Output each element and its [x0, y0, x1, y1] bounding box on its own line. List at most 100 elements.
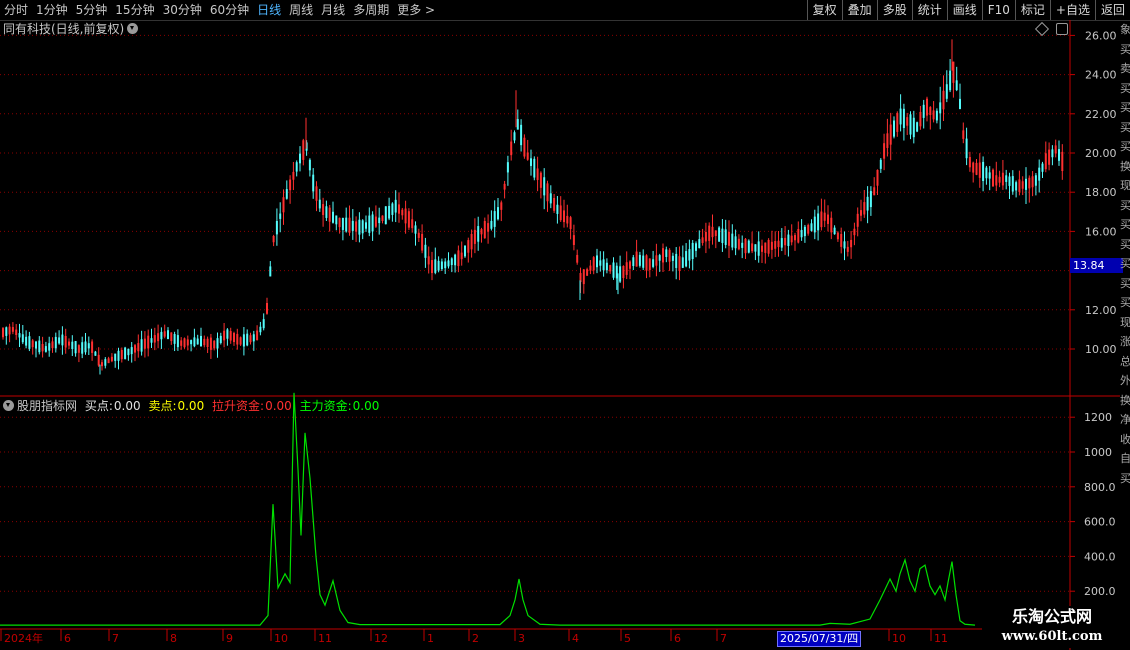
side-strip-char: 买: [1120, 42, 1130, 56]
toolbar-button[interactable]: 叠加: [841, 0, 877, 20]
y-tick-label: 12.00: [1085, 304, 1117, 317]
candle-body: [648, 258, 651, 270]
candle-body: [11, 327, 14, 332]
candle-body: [764, 242, 767, 253]
candle-body: [477, 226, 480, 242]
period-tab[interactable]: 日线: [253, 0, 285, 20]
candle-body: [259, 326, 262, 333]
candle-body: [982, 161, 985, 181]
candle-body: [728, 231, 730, 246]
candle-body: [787, 234, 790, 246]
candle-body: [216, 338, 219, 349]
period-tab[interactable]: 5分钟: [72, 0, 112, 20]
period-tabs: 分时 1分钟 5分钟 15分钟 30分钟 60分钟 日线 周线 月线 多周期 更多 >: [0, 0, 439, 20]
candle-body: [909, 114, 912, 135]
y-tick-label: 1000: [1084, 446, 1112, 459]
candle-body: [949, 70, 952, 91]
candle-body: [813, 216, 816, 233]
toolbar-button[interactable]: 画线: [946, 0, 982, 20]
candle-body: [856, 213, 859, 227]
candle-body: [685, 251, 688, 267]
toolbar-button[interactable]: +自选: [1049, 0, 1095, 20]
y-tick-label: 20.00: [1085, 147, 1117, 160]
candle-body: [741, 242, 744, 248]
candle-body: [658, 255, 661, 261]
toolbar-button[interactable]: 复权: [806, 0, 842, 20]
y-tick-label: 16.00: [1085, 225, 1117, 238]
candle-body: [526, 152, 529, 160]
candle-body: [68, 341, 70, 346]
candle-body: [985, 167, 988, 179]
period-tab[interactable]: 60分钟: [206, 0, 253, 20]
candle-body: [176, 335, 179, 348]
candle-body: [302, 140, 305, 160]
candle-body: [978, 162, 981, 178]
candle-body: [843, 241, 846, 249]
candle-body: [239, 337, 242, 345]
candle-body: [965, 138, 968, 159]
candle-body: [41, 344, 44, 352]
candle-body: [137, 343, 140, 352]
x-tick-label: 11: [318, 632, 332, 645]
candle-body: [35, 341, 37, 349]
candle-body: [701, 237, 704, 243]
period-tab[interactable]: 月线: [317, 0, 349, 20]
indicator-name[interactable]: 股朋指标网: [17, 399, 77, 413]
toolbar-button[interactable]: F10: [981, 0, 1015, 20]
x-tick-label: 4: [572, 632, 579, 645]
toolbar-button[interactable]: 统计: [911, 0, 947, 20]
candle-body: [467, 240, 470, 253]
side-strip-char: 外: [1120, 374, 1130, 387]
period-tab[interactable]: 30分钟: [159, 0, 206, 20]
candle-body: [530, 158, 532, 166]
candle-body: [754, 244, 757, 252]
toolbar-button[interactable]: 返回: [1094, 0, 1130, 20]
candle-body: [401, 209, 404, 216]
candle-body: [751, 243, 754, 252]
indicator-dropdown-icon[interactable]: [3, 400, 14, 411]
candle-body: [1058, 149, 1060, 161]
candle-body: [213, 340, 216, 349]
candle-body: [889, 124, 892, 145]
candle-body: [58, 337, 61, 344]
period-tab[interactable]: 周线: [285, 0, 317, 20]
candle-body: [289, 179, 292, 191]
side-strip-char: 净: [1120, 413, 1130, 426]
dropdown-circle-icon[interactable]: [127, 23, 139, 34]
period-tab[interactable]: 1分钟: [32, 0, 72, 20]
candle-body: [718, 227, 721, 242]
candle-body: [38, 340, 41, 353]
candle-body: [384, 206, 387, 225]
candle-body: [995, 175, 998, 186]
candle-body: [163, 331, 166, 337]
candle-body: [229, 331, 232, 341]
candle-body: [434, 259, 437, 273]
candle-body: [120, 349, 123, 360]
candle-body: [170, 332, 173, 342]
candle-body: [955, 80, 958, 91]
period-tab[interactable]: 15分钟: [111, 0, 158, 20]
candle-body: [272, 235, 275, 243]
candle-body: [668, 249, 671, 262]
candle-body: [206, 338, 209, 348]
x-tick-label: 2024年: [4, 631, 43, 645]
toolbar-button[interactable]: 多股: [876, 0, 912, 20]
candle-body: [1038, 167, 1041, 181]
candle-body: [48, 343, 51, 351]
window-icon[interactable]: [1056, 23, 1068, 35]
candle-body: [536, 168, 539, 180]
candle-body: [803, 226, 806, 237]
candle-body: [84, 341, 87, 353]
candle-body: [655, 255, 658, 266]
period-tab[interactable]: 分时: [0, 0, 32, 20]
candle-body: [447, 260, 450, 267]
period-tab[interactable]: 多周期: [349, 0, 393, 20]
candle-body: [757, 241, 760, 256]
x-tick-label: 8: [170, 632, 177, 645]
candle-body: [817, 213, 820, 231]
kline-chart[interactable]: 26.0024.0022.0020.0018.0016.0012.0010.00…: [0, 20, 1130, 650]
period-tab[interactable]: 更多 >: [393, 0, 439, 20]
buy-label: 买点:: [84, 399, 113, 413]
toolbar-button[interactable]: 标记: [1014, 0, 1050, 20]
x-tick-label: 3: [518, 632, 525, 645]
